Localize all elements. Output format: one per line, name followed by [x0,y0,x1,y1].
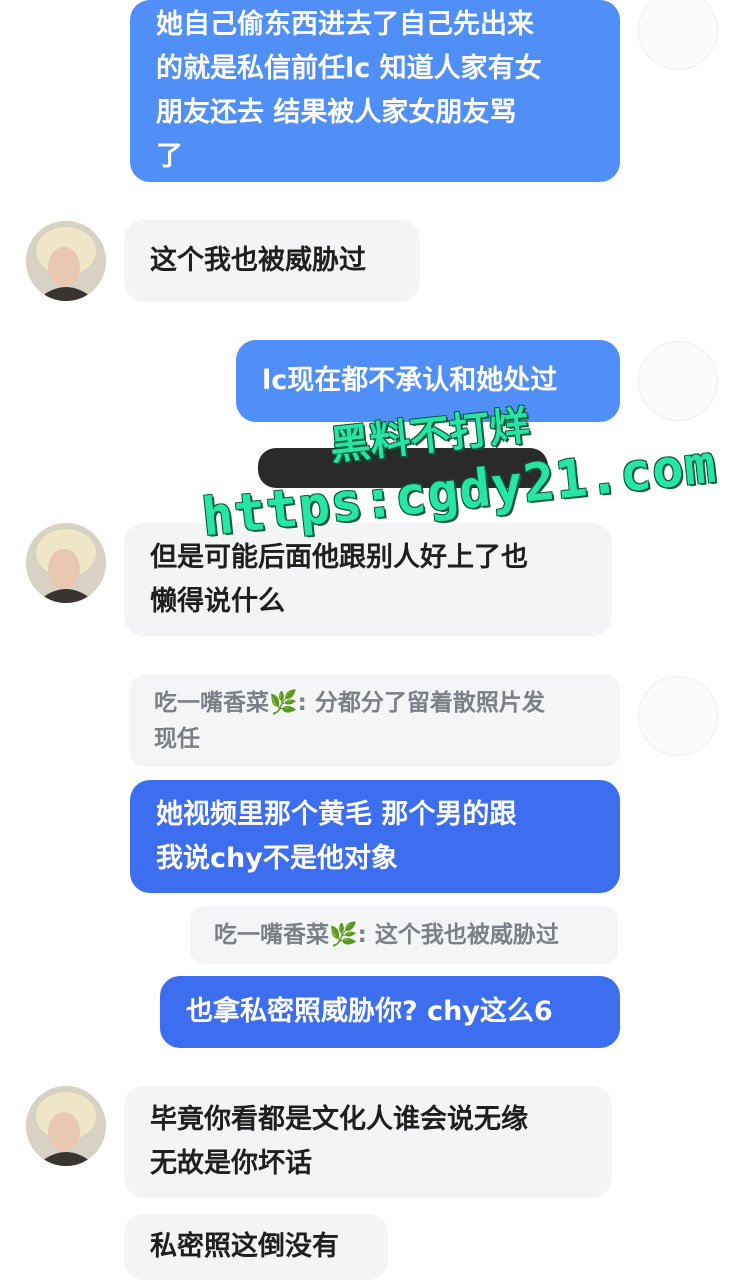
incoming-message-bubble[interactable]: 毕竟你看都是文化人谁会说无缘 无故是你坏话 [124,1086,612,1198]
outgoing-message-bubble[interactable]: 她视频里那个黄毛 那个男的跟 我说chy不是他对象 [130,780,620,893]
avatar-photo-icon [26,523,106,603]
outgoing-message-bubble[interactable]: 也拿私密照威胁你? chy这么6 [160,976,620,1048]
contact-avatar[interactable] [26,221,106,301]
contact-avatar[interactable] [26,523,106,603]
incoming-message-bubble[interactable]: 这个我也被威胁过 [124,220,420,302]
avatar-photo-icon [26,1086,106,1166]
contact-avatar[interactable] [26,1086,106,1166]
incoming-message-bubble[interactable]: 私密照这倒没有 [124,1214,388,1280]
self-avatar[interactable] [638,676,718,756]
quoted-reply[interactable]: 吃一嘴香菜🌿: 这个我也被威胁过 [190,906,618,964]
quoted-reply[interactable]: 吃一嘴香菜🌿: 分都分了留着散照片发 现任 [130,675,620,767]
self-avatar[interactable] [638,0,718,70]
avatar-photo-icon [26,221,106,301]
chat-thread: 她自己偷东西进去了自己先出来 的就是私信前任lc 知道人家有女 朋友还去 结果被… [0,0,743,1280]
outgoing-message-bubble[interactable]: 她自己偷东西进去了自己先出来 的就是私信前任lc 知道人家有女 朋友还去 结果被… [130,0,620,182]
